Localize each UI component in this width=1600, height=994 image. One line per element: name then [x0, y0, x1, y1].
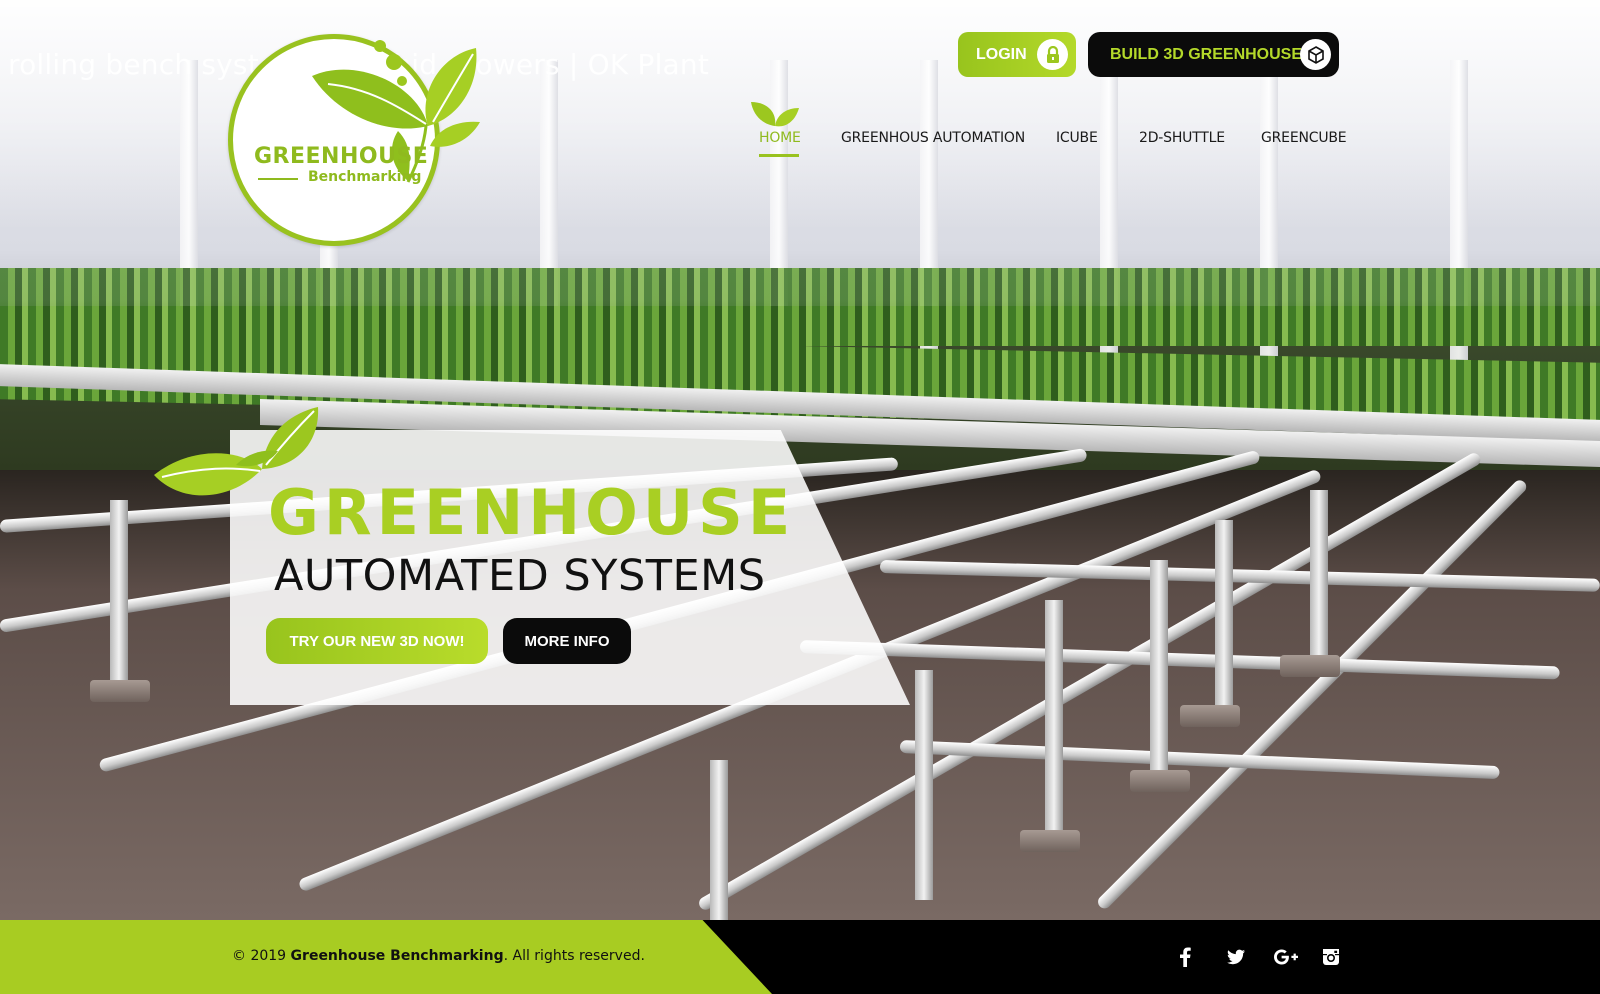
bench-leg — [710, 760, 728, 920]
bench-leg — [915, 670, 933, 900]
nav-item-greenhouse-automation[interactable]: GREENHOUS AUTOMATION — [841, 130, 1025, 146]
main-nav: HOME GREENHOUS AUTOMATION ICUBE 2D-SHUTT… — [0, 130, 1600, 160]
copyright: © 2019 Greenhouse Benchmarking. All righ… — [232, 948, 645, 964]
try-3d-button[interactable]: TRY OUR NEW 3D NOW! — [266, 618, 488, 664]
bench-leg — [1215, 520, 1233, 710]
lock-icon — [1037, 39, 1068, 70]
build-3d-greenhouse-button[interactable]: BUILD 3D GREENHOUSE — [1088, 32, 1339, 77]
nav-item-home[interactable]: HOME — [759, 130, 801, 146]
bench-leg — [1310, 490, 1328, 660]
facebook-icon[interactable] — [1174, 946, 1196, 968]
nav-item-icube[interactable]: ICUBE — [1056, 130, 1098, 146]
hero-subtitle: AUTOMATED SYSTEMS — [274, 551, 766, 601]
google-plus-icon[interactable] — [1272, 946, 1300, 968]
footer: © 2019 Greenhouse Benchmarking. All righ… — [0, 920, 1600, 994]
bench-leg — [110, 500, 128, 680]
instagram-icon[interactable] — [1320, 946, 1342, 968]
nav-item-greencube[interactable]: GREENCUBE — [1261, 130, 1347, 146]
build-label: BUILD 3D GREENHOUSE — [1110, 45, 1303, 63]
bench-leg — [1150, 560, 1168, 780]
cube-icon — [1300, 39, 1331, 70]
logo-divider — [258, 178, 298, 180]
bench-leg — [1045, 600, 1063, 830]
login-label: LOGIN — [976, 45, 1027, 63]
more-info-button[interactable]: MORE INFO — [503, 618, 631, 664]
bench-foot — [1180, 705, 1240, 727]
hero-title: GREENHOUSE — [268, 476, 796, 549]
login-button[interactable]: LOGIN — [958, 32, 1076, 77]
nav-item-2d-shuttle[interactable]: 2D-SHUTTLE — [1139, 130, 1225, 146]
copyright-suffix: . All rights reserved. — [503, 948, 645, 964]
logo-subtitle: Benchmarking — [308, 169, 422, 185]
bench-foot — [90, 680, 150, 702]
bench-foot — [1020, 830, 1080, 852]
nav-active-underline — [759, 154, 799, 157]
twitter-icon[interactable] — [1225, 946, 1247, 968]
bench-foot — [1280, 655, 1340, 677]
nav-leaf-icon — [751, 102, 799, 127]
plant-row — [0, 268, 1600, 306]
copyright-prefix: © 2019 — [232, 948, 287, 964]
bench-foot — [1130, 770, 1190, 792]
copyright-company: Greenhouse Benchmarking — [290, 948, 504, 964]
